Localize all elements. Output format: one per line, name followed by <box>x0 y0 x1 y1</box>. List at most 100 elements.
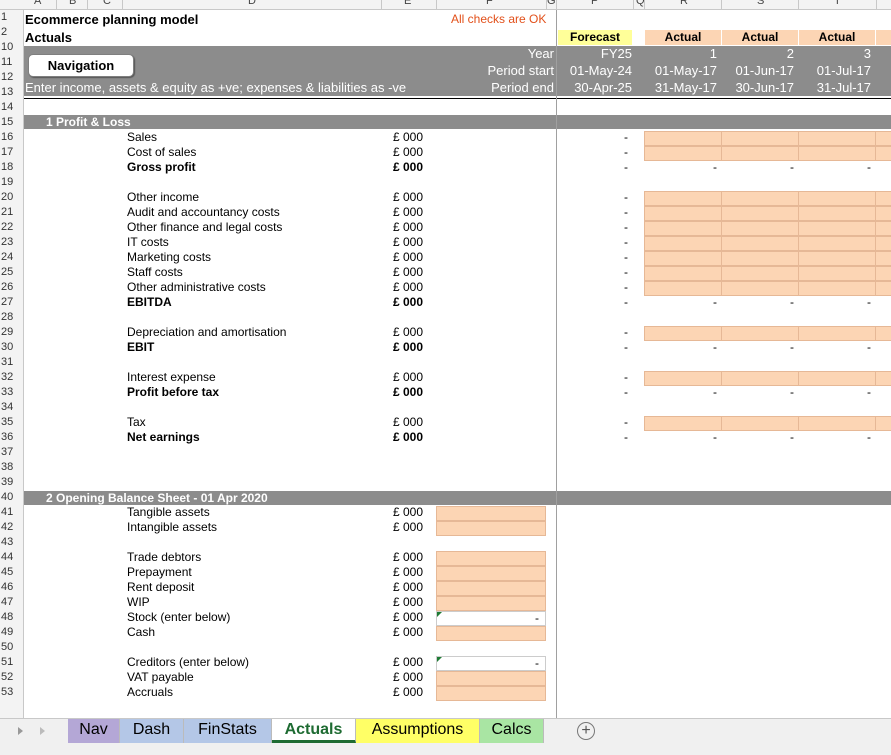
section-bs-header[interactable]: 2 Opening Balance Sheet - 01 Apr 2020 <box>24 491 556 505</box>
actual-input-cell[interactable] <box>644 131 722 146</box>
opening-balance-input-cell[interactable] <box>436 566 546 581</box>
forecast-value[interactable]: - <box>584 250 628 265</box>
linked-balance-cell[interactable]: - <box>436 611 546 626</box>
actual-input-cell[interactable] <box>798 206 876 221</box>
row-header-13[interactable]: 13 <box>0 85 23 100</box>
scroll-tabs-left-icon[interactable] <box>18 727 23 735</box>
row-header-2[interactable]: 2 <box>0 25 23 40</box>
opening-balance-input-cell[interactable] <box>436 506 546 521</box>
bs-line-label[interactable]: Tangible assets <box>127 505 210 520</box>
row-header-26[interactable]: 26 <box>0 280 23 295</box>
row-header-49[interactable]: 49 <box>0 625 23 640</box>
pl-line-label[interactable]: Other finance and legal costs <box>127 220 282 235</box>
tab-actuals[interactable]: Actuals <box>272 719 356 743</box>
pl-line-label[interactable]: Profit before tax <box>127 385 219 400</box>
row-header-29[interactable]: 29 <box>0 325 23 340</box>
actual-input-cell[interactable] <box>721 146 799 161</box>
actual-calculated-value[interactable]: - <box>645 295 717 310</box>
actual-calculated-value[interactable]: - <box>722 295 794 310</box>
actual-input-cell[interactable] <box>798 326 876 341</box>
forecast-value[interactable]: - <box>584 205 628 220</box>
actual-calculated-value[interactable]: - <box>799 430 871 445</box>
actual-input-cell[interactable] <box>721 416 799 431</box>
actual-input-cell[interactable] <box>875 206 891 221</box>
pl-line-label[interactable]: Sales <box>127 130 157 145</box>
actual-input-cell[interactable] <box>644 251 722 266</box>
pl-line-label[interactable]: IT costs <box>127 235 169 250</box>
pl-line-unit[interactable]: £ 000 <box>393 130 453 145</box>
actual-input-cell[interactable] <box>644 326 722 341</box>
col-header-g[interactable]: G <box>547 0 556 7</box>
bs-line-label[interactable]: Intangible assets <box>127 520 217 535</box>
bs-line-label[interactable]: Accruals <box>127 685 173 700</box>
forecast-value[interactable]: - <box>584 220 628 235</box>
actual-calculated-value[interactable]: - <box>799 295 871 310</box>
row-header-20[interactable]: 20 <box>0 190 23 205</box>
actual-input-cell[interactable] <box>875 146 891 161</box>
section-pl-header[interactable]: 1 Profit & Loss <box>24 115 556 129</box>
row-header-44[interactable]: 44 <box>0 550 23 565</box>
error-indicator-icon[interactable] <box>437 612 442 617</box>
pl-line-label[interactable]: EBIT <box>127 340 154 355</box>
row-header-14[interactable]: 14 <box>0 100 23 115</box>
add-sheet-icon[interactable]: + <box>577 722 595 740</box>
forecast-value[interactable]: - <box>584 145 628 160</box>
actual-calculated-value[interactable]: - <box>645 430 717 445</box>
bs-line-label[interactable]: Stock (enter below) <box>127 610 230 625</box>
period-type-3[interactable]: Actual <box>799 30 875 45</box>
row-header-12[interactable]: 12 <box>0 70 23 85</box>
forecast-value[interactable]: - <box>584 160 628 175</box>
pl-line-label[interactable]: Marketing costs <box>127 250 211 265</box>
actual-input-cell[interactable] <box>721 221 799 236</box>
period-type-2[interactable]: Actual <box>722 30 798 45</box>
actual-input-cell[interactable] <box>798 221 876 236</box>
forecast-value[interactable]: - <box>584 235 628 250</box>
opening-balance-input-cell[interactable] <box>436 686 546 701</box>
actual-input-cell[interactable] <box>875 326 891 341</box>
tab-calcs[interactable]: Calcs <box>480 719 544 743</box>
actual-input-cell[interactable] <box>644 191 722 206</box>
bs-line-label[interactable]: Prepayment <box>127 565 192 580</box>
actual-input-cell[interactable] <box>798 251 876 266</box>
pl-line-label[interactable]: Staff costs <box>127 265 183 280</box>
pl-line-label[interactable]: Cost of sales <box>127 145 196 160</box>
row-header-48[interactable]: 48 <box>0 610 23 625</box>
actual-input-cell[interactable] <box>875 191 891 206</box>
actual-calculated-value[interactable]: - <box>645 160 717 175</box>
row-header-41[interactable]: 41 <box>0 505 23 520</box>
pl-line-unit[interactable]: £ 000 <box>393 235 453 250</box>
row-header-31[interactable]: 31 <box>0 355 23 370</box>
actual-calculated-value[interactable]: - <box>799 160 871 175</box>
tab-nav[interactable]: Nav <box>68 719 120 743</box>
actual-input-cell[interactable] <box>875 251 891 266</box>
opening-balance-input-cell[interactable] <box>436 551 546 566</box>
row-header-50[interactable]: 50 <box>0 640 23 655</box>
sheet-label[interactable]: Actuals <box>25 30 72 45</box>
period-type-1[interactable]: Actual <box>645 30 721 45</box>
forecast-value[interactable]: - <box>584 265 628 280</box>
actual-input-cell[interactable] <box>644 266 722 281</box>
row-header-15[interactable]: 15 <box>0 115 23 130</box>
row-header-28[interactable]: 28 <box>0 310 23 325</box>
actual-calculated-value[interactable]: - <box>799 340 871 355</box>
row-header-35[interactable]: 35 <box>0 415 23 430</box>
col-header-t[interactable]: T <box>834 0 841 7</box>
row-header-19[interactable]: 19 <box>0 175 23 190</box>
actual-input-cell[interactable] <box>721 326 799 341</box>
pl-line-unit[interactable]: £ 000 <box>393 295 453 310</box>
forecast-value[interactable]: - <box>584 295 628 310</box>
bs-line-label[interactable]: Creditors (enter below) <box>127 655 249 670</box>
actual-input-cell[interactable] <box>875 281 891 296</box>
actual-input-cell[interactable] <box>798 146 876 161</box>
scroll-tabs-right-icon[interactable] <box>40 727 45 735</box>
row-header-21[interactable]: 21 <box>0 205 23 220</box>
pl-line-label[interactable]: Tax <box>127 415 146 430</box>
pl-line-label[interactable]: Net earnings <box>127 430 200 445</box>
row-header-46[interactable]: 46 <box>0 580 23 595</box>
pl-line-label[interactable]: Interest expense <box>127 370 216 385</box>
actual-input-cell[interactable] <box>798 281 876 296</box>
row-header-43[interactable]: 43 <box>0 535 23 550</box>
row-header-51[interactable]: 51 <box>0 655 23 670</box>
actual-input-cell[interactable] <box>875 416 891 431</box>
col-header-a[interactable]: A <box>34 0 41 7</box>
